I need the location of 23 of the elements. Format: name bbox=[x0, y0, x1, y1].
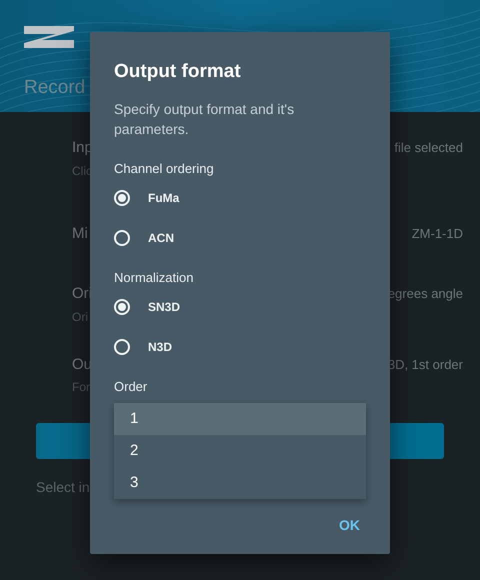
dropdown-option[interactable]: 2 bbox=[114, 435, 366, 467]
radio-label[interactable]: ACN bbox=[148, 229, 174, 247]
radio-button[interactable] bbox=[114, 339, 130, 355]
dialog-description: Specify output format and it's parameters. bbox=[114, 100, 296, 139]
setting-value: ZM-1-1D bbox=[412, 224, 463, 242]
radio-button[interactable] bbox=[114, 230, 130, 246]
group-label: Normalization bbox=[114, 269, 194, 287]
radio-button[interactable] bbox=[114, 190, 130, 206]
group-label: Order bbox=[114, 378, 148, 396]
page-title: Record bbox=[24, 76, 86, 100]
ok-button[interactable]: OK bbox=[333, 506, 366, 545]
setting-label: Mi bbox=[72, 224, 88, 244]
dropdown-option[interactable]: 3 bbox=[114, 467, 366, 499]
dialog-title: Output format bbox=[114, 60, 242, 84]
setting-value: file selected bbox=[394, 139, 463, 157]
dropdown-option[interactable]: 1 bbox=[114, 403, 366, 435]
group-label: Channel ordering bbox=[114, 160, 215, 178]
radio-label[interactable]: FuMa bbox=[148, 189, 180, 207]
radio-label[interactable]: SN3D bbox=[148, 298, 180, 316]
radio-button[interactable] bbox=[114, 299, 130, 315]
hint-text: Select in bbox=[36, 479, 90, 495]
radio-label[interactable]: N3D bbox=[148, 338, 172, 356]
logo-icon bbox=[24, 26, 74, 48]
